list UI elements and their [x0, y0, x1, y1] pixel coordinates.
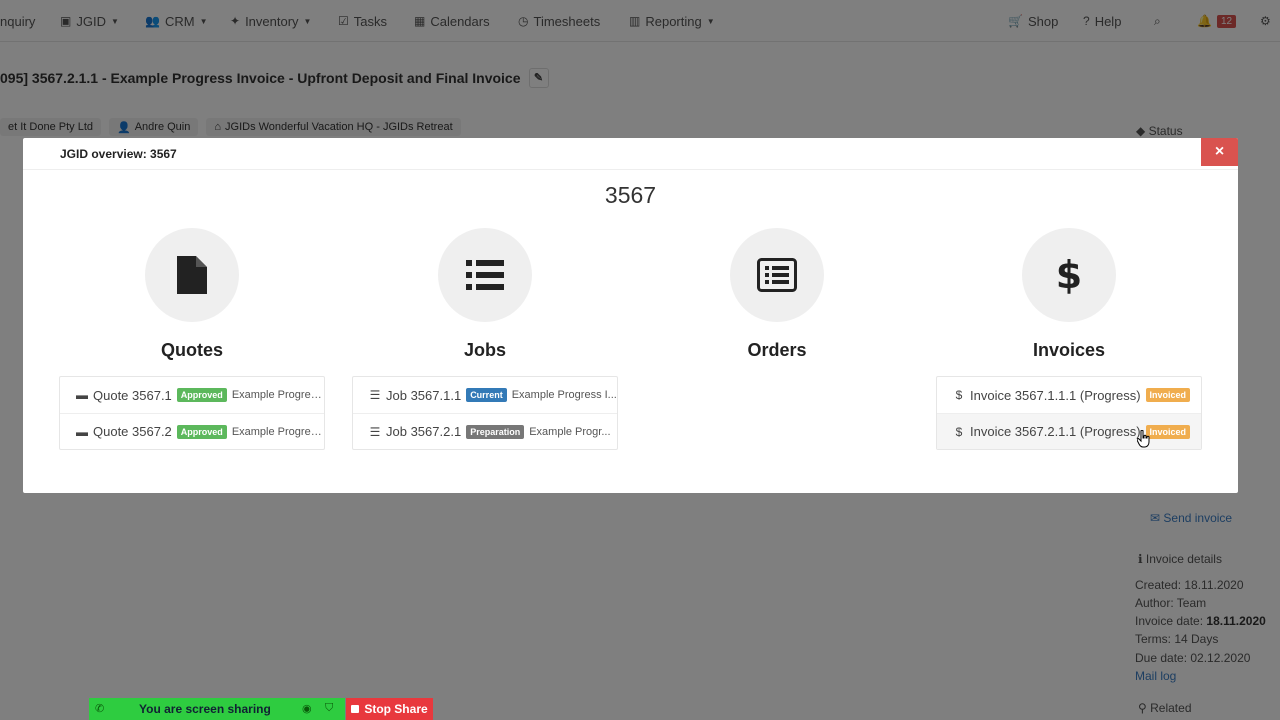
screen-sharing-bar: ✆ You are screen sharing ◉ ⛉: [89, 698, 345, 720]
job-description: Example Progress I...: [511, 389, 617, 401]
invoices-title: Invoices: [1032, 340, 1106, 360]
quote-name: Quote 3567.1: [93, 387, 172, 403]
dollar-icon: $: [1055, 253, 1083, 297]
list-icon: ☰: [369, 388, 381, 402]
orders-column: Orders: [644, 228, 910, 362]
invoices-list: $ Invoice 3567.1.1.1 (Progress) Invoiced…: [936, 376, 1202, 450]
dollar-icon: $: [955, 424, 963, 439]
file-icon: [177, 256, 207, 294]
quote-name: Quote 3567.2: [93, 424, 172, 439]
job-name: Job 3567.1.1: [386, 387, 462, 403]
quotes-column: Quotes ▬ Quote 3567.1 Approved Example P…: [59, 228, 325, 450]
invoice-name: Invoice 3567.1.1.1 (Progress): [970, 387, 1141, 403]
jobs-column: Jobs ☰ Job 3567.1.1 Current Example Prog…: [352, 228, 618, 450]
file-icon: ▬: [76, 424, 88, 439]
quotes-icon-circle: [145, 228, 239, 322]
jobs-title: Jobs: [463, 340, 506, 360]
status-badge: Approved: [176, 388, 227, 402]
list-icon: [466, 260, 504, 290]
job-row[interactable]: ☰ Job 3567.1.1 Current Example Progress …: [353, 377, 617, 413]
orders-icon-circle: [730, 228, 824, 322]
job-name: Job 3567.2.1: [386, 424, 462, 439]
dollar-icon: $: [955, 388, 963, 402]
orders-title: Orders: [747, 340, 807, 360]
quotes-title: Quotes: [160, 340, 223, 360]
stop-icon: [351, 705, 360, 713]
job-description: Example Progr...: [529, 425, 611, 438]
status-badge: Preparation: [466, 424, 525, 439]
status-badge: Current: [466, 388, 507, 402]
jobs-list: ☰ Job 3567.1.1 Current Example Progress …: [352, 376, 618, 450]
screen-sharing-text: You are screen sharing: [139, 702, 271, 716]
invoices-column: $ Invoices $ Invoice 3567.1.1.1 (Progres…: [936, 228, 1202, 450]
shield-icon[interactable]: ⛉: [325, 702, 333, 715]
quote-row[interactable]: ▬ Quote 3567.2 Approved Example Progres.…: [60, 413, 324, 449]
jgid-overview-modal: JGID overview: 3567 × 3567 Quotes ▬ Quot…: [23, 138, 1238, 493]
invoice-row[interactable]: $ Invoice 3567.2.1.1 (Progress) Invoiced: [937, 413, 1201, 449]
list-icon: ☰: [369, 424, 381, 439]
status-badge: Invoiced: [1145, 424, 1191, 439]
jobs-icon-circle: [438, 228, 532, 322]
close-button[interactable]: ×: [1201, 138, 1238, 166]
invoices-icon-circle: $: [1022, 228, 1116, 322]
modal-title: JGID overview: 3567: [60, 147, 177, 161]
phone-icon: ✆: [95, 703, 105, 715]
quote-description: Example Progres...: [231, 389, 324, 401]
hand-cursor-icon: [1137, 430, 1150, 448]
modal-header: JGID overview: 3567 ×: [23, 138, 1238, 170]
record-icon[interactable]: ◉: [302, 702, 312, 715]
status-badge: Approved: [176, 424, 227, 439]
file-icon: ▬: [76, 388, 88, 402]
invoice-row[interactable]: $ Invoice 3567.1.1.1 (Progress) Invoiced: [937, 377, 1201, 413]
invoice-name: Invoice 3567.2.1.1 (Progress): [970, 424, 1141, 439]
jgid-number: 3567: [604, 182, 657, 208]
job-row[interactable]: ☰ Job 3567.2.1 Preparation Example Progr…: [353, 413, 617, 449]
list-alt-icon: [757, 258, 797, 292]
quote-description: Example Progres...: [231, 425, 324, 438]
quotes-list: ▬ Quote 3567.1 Approved Example Progres.…: [59, 376, 325, 450]
stop-share-button[interactable]: Stop Share: [346, 698, 433, 720]
status-badge: Invoiced: [1145, 388, 1191, 402]
quote-row[interactable]: ▬ Quote 3567.1 Approved Example Progres.…: [60, 377, 324, 413]
